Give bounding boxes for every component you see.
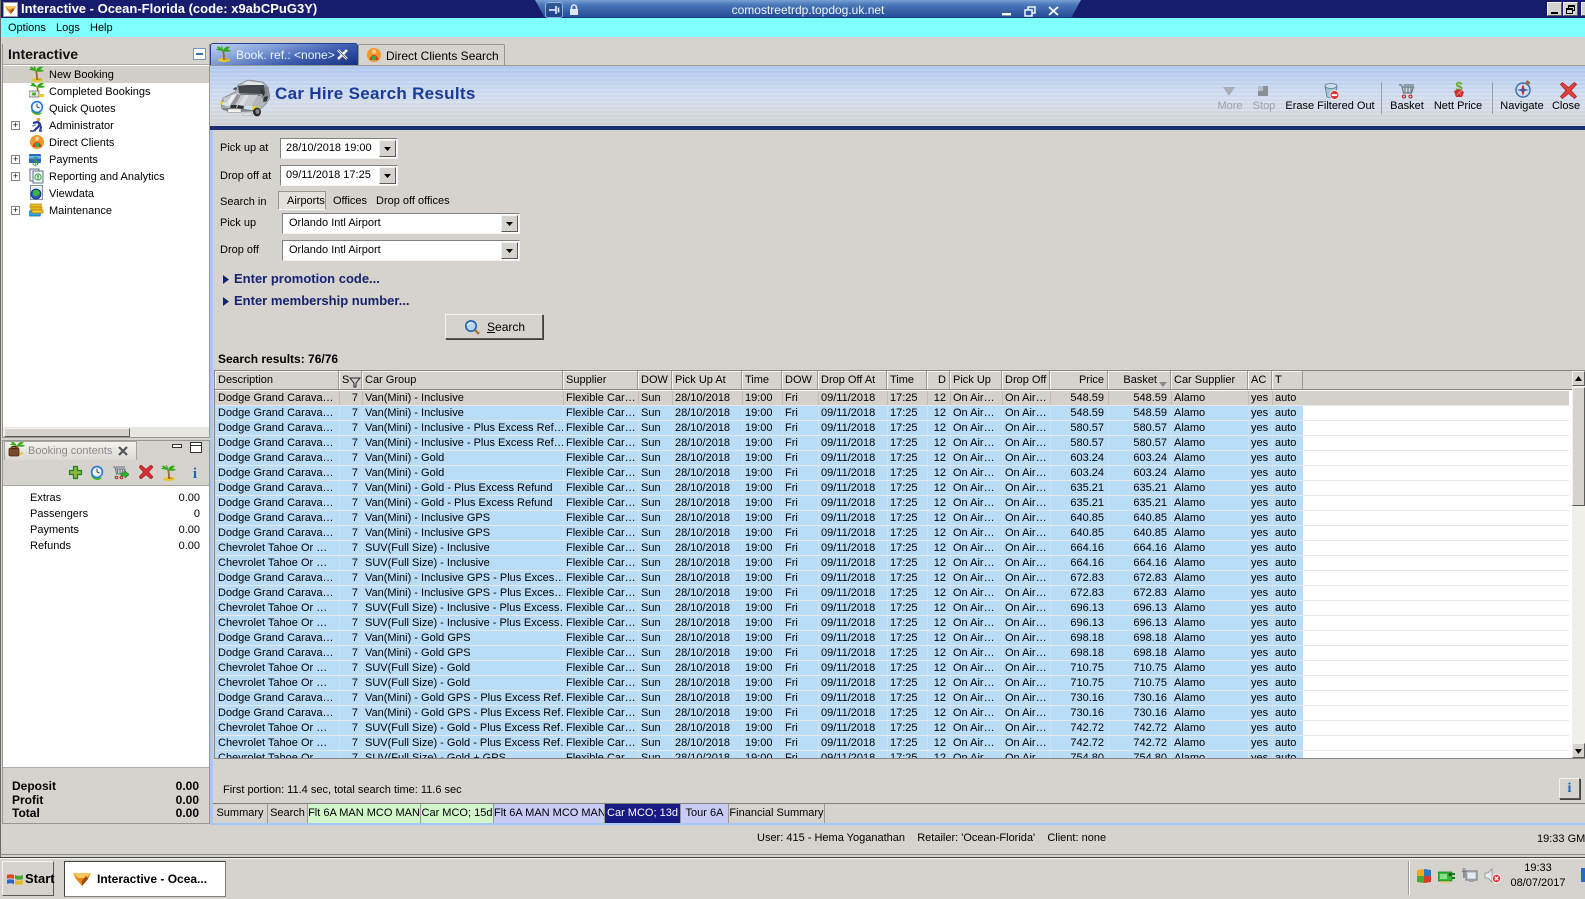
- svg-text:i: i: [193, 466, 197, 480]
- svg-text:$: $: [32, 154, 39, 168]
